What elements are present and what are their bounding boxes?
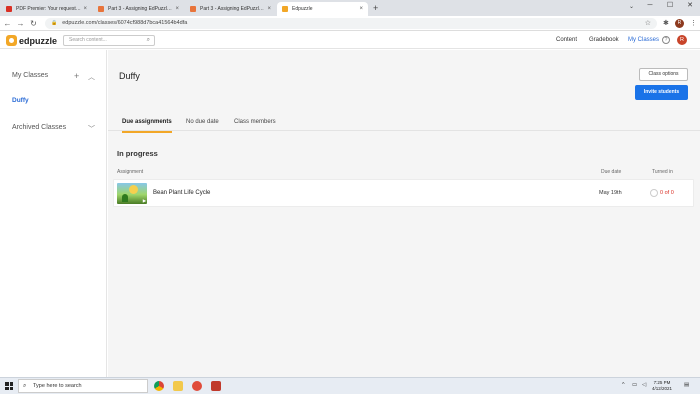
- url-input[interactable]: 🔒 edpuzzle.com/classes/6074cf988d7bca415…: [45, 17, 657, 29]
- volume-icon[interactable]: ◁: [642, 382, 646, 388]
- taskbar-search-input[interactable]: ⌕ Type here to search: [18, 379, 148, 393]
- app-header: edpuzzle Search content... ⌕ Content Gra…: [0, 32, 700, 49]
- tab-label: PDF Premier: Your request for 2...: [16, 6, 82, 12]
- section-title: In progress: [117, 149, 158, 158]
- gmail-icon: [6, 6, 12, 12]
- search-icon: ⌕: [23, 383, 27, 389]
- logo-mark-icon: [6, 35, 17, 46]
- search-placeholder: Search content...: [69, 37, 107, 43]
- progress-ring-icon: [650, 189, 658, 197]
- sidebar-my-classes[interactable]: My Classes: [12, 72, 48, 79]
- add-class-button[interactable]: +: [74, 71, 79, 81]
- reload-icon[interactable]: ↻: [28, 19, 39, 28]
- new-tab-button[interactable]: +: [373, 2, 378, 16]
- tray-chevron-icon[interactable]: ^: [622, 382, 625, 388]
- notifications-icon[interactable]: ▤: [684, 382, 689, 388]
- sun-shape: [129, 185, 138, 194]
- class-tabs: Due assignments No due date Class member…: [108, 113, 700, 133]
- file-explorer-icon[interactable]: [173, 381, 183, 391]
- clock-date: 4/12/2021: [652, 386, 673, 391]
- tab-due-assignments[interactable]: Due assignments: [122, 119, 172, 133]
- browser-tab-strip: PDF Premier: Your request for 2... × Par…: [0, 0, 700, 16]
- maximize-icon[interactable]: ☐: [660, 0, 680, 12]
- assignment-title[interactable]: Bean Plant Life Cycle: [153, 190, 210, 196]
- close-icon[interactable]: ×: [83, 6, 87, 12]
- url-text: edpuzzle.com/classes/6074cf988d7bca41564…: [62, 20, 188, 26]
- extensions-icon[interactable]: ✱: [663, 19, 669, 27]
- forward-icon[interactable]: →: [15, 19, 26, 28]
- windows-start-icon[interactable]: [5, 382, 13, 390]
- sidebar-archived-classes[interactable]: Archived Classes: [12, 124, 66, 131]
- invite-students-button[interactable]: Invite students: [635, 85, 688, 100]
- tab-no-due-date[interactable]: No due date: [186, 119, 219, 131]
- logo-text: edpuzzle: [19, 35, 58, 46]
- address-bar: ← → ↻ 🔒 edpuzzle.com/classes/6074cf988d7…: [0, 16, 700, 31]
- search-icon[interactable]: ⌕: [147, 36, 150, 45]
- app-icon[interactable]: [192, 381, 202, 391]
- chevron-down-icon[interactable]: ﹀: [88, 124, 95, 134]
- app-icon[interactable]: [211, 381, 221, 391]
- chevron-up-icon[interactable]: ︿: [88, 72, 95, 82]
- column-turned-in: Turned in: [652, 169, 673, 175]
- tab-label: Part 3 - Assigning EdPuzzle to U...: [108, 6, 173, 12]
- browser-tab-active[interactable]: Edpuzzle ×: [277, 2, 368, 16]
- column-assignment: Assignment: [117, 169, 144, 175]
- assignment-row[interactable]: ▶ Bean Plant Life Cycle May 19th 0 of 0: [113, 179, 694, 207]
- windows-taskbar: ⌕ Type here to search ^ ▭ ◁ 7:25 PM 4/12…: [0, 377, 700, 394]
- nav-my-classes[interactable]: My Classes: [628, 37, 659, 43]
- tab-label: Edpuzzle: [292, 6, 313, 12]
- close-icon[interactable]: ×: [359, 6, 363, 12]
- assignment-turned-in: 0 of 0: [660, 190, 674, 196]
- browser-tab[interactable]: Part 3 - Assigning EdPuzzle to U... ×: [93, 2, 184, 16]
- plant-shape: [122, 194, 128, 202]
- browser-profile-avatar[interactable]: R: [674, 18, 684, 28]
- page-title: Duffy: [119, 71, 140, 81]
- window-controls: ─ ☐ ✕: [640, 0, 700, 12]
- minimize-icon[interactable]: ─: [640, 0, 660, 12]
- taskbar-search-placeholder: Type here to search: [33, 383, 82, 389]
- chrome-icon[interactable]: [154, 381, 164, 391]
- video-thumbnail[interactable]: ▶: [117, 183, 147, 204]
- class-options-button[interactable]: Class options: [639, 68, 688, 81]
- close-window-icon[interactable]: ✕: [680, 0, 700, 12]
- nav-gradebook[interactable]: Gradebook: [589, 37, 619, 43]
- sidebar-item-duffy[interactable]: Duffy: [12, 97, 29, 104]
- tab-label: Part 3 - Assigning EdPuzzle to U...: [200, 6, 265, 12]
- search-input[interactable]: Search content... ⌕: [63, 35, 155, 46]
- bookmark-star-icon[interactable]: ☆: [645, 19, 651, 27]
- browser-menu-icon[interactable]: ⋮: [690, 19, 697, 27]
- assignment-due-date: May 19th: [599, 190, 622, 196]
- close-icon[interactable]: ×: [267, 6, 271, 12]
- help-icon[interactable]: ?: [662, 36, 670, 44]
- network-icon[interactable]: ▭: [632, 382, 637, 388]
- taskbar-clock[interactable]: 7:25 PM 4/12/2021: [652, 380, 672, 392]
- sidebar: My Classes + ︿ Duffy Archived Classes ﹀: [0, 50, 107, 377]
- user-avatar[interactable]: R: [677, 35, 687, 45]
- page-icon: [98, 6, 104, 12]
- tab-class-members[interactable]: Class members: [234, 119, 276, 131]
- tab-search-icon[interactable]: ⌄: [629, 3, 634, 10]
- edpuzzle-logo[interactable]: edpuzzle: [6, 35, 57, 46]
- main-content: Duffy Class options Invite students Due …: [108, 50, 700, 377]
- close-icon[interactable]: ×: [175, 6, 179, 12]
- back-icon[interactable]: ←: [2, 19, 13, 28]
- column-due-date: Due date: [601, 169, 622, 175]
- nav-content[interactable]: Content: [556, 37, 577, 43]
- browser-tab[interactable]: Part 3 - Assigning EdPuzzle to U... ×: [185, 2, 276, 16]
- browser-tab[interactable]: PDF Premier: Your request for 2... ×: [1, 2, 92, 16]
- page-icon: [190, 6, 196, 12]
- lock-icon[interactable]: 🔒: [51, 20, 57, 26]
- thumbnail-badge: ▶: [142, 198, 146, 203]
- edpuzzle-icon: [282, 6, 288, 12]
